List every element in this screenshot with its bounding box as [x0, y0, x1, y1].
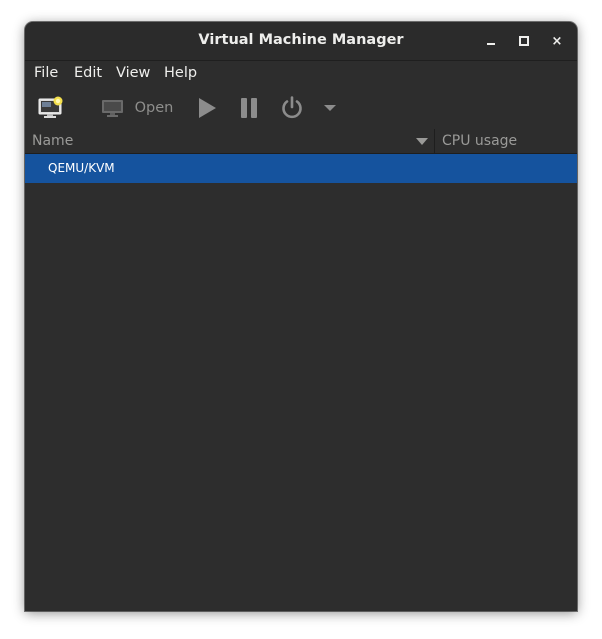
menu-file[interactable]: File	[34, 65, 58, 81]
pause-button[interactable]	[235, 95, 263, 121]
new-vm-button[interactable]	[37, 95, 65, 121]
play-icon	[199, 98, 216, 118]
open-label: Open	[134, 100, 174, 116]
list-header: Name CPU usage	[25, 129, 577, 154]
maximize-icon	[519, 36, 529, 46]
list-item[interactable]: QEMU/KVM	[25, 154, 577, 183]
open-button[interactable]: Open	[95, 95, 179, 121]
run-button[interactable]	[193, 95, 221, 121]
power-icon	[282, 96, 302, 119]
new-vm-monitor-icon	[38, 96, 63, 118]
monitor-icon	[101, 100, 123, 117]
column-header-name[interactable]: Name	[25, 129, 435, 153]
connection-name: QEMU/KVM	[48, 161, 115, 175]
minimize-button[interactable]	[480, 30, 502, 52]
title-bar[interactable]: Virtual Machine Manager ×	[25, 22, 577, 61]
main-window: Virtual Machine Manager × File Edit View…	[25, 22, 577, 611]
minimize-icon	[487, 43, 495, 45]
chevron-down-icon	[324, 105, 336, 111]
column-cpu-label: CPU usage	[442, 133, 518, 149]
menu-help[interactable]: Help	[164, 65, 197, 81]
column-name-label: Name	[32, 133, 74, 149]
close-icon: ×	[551, 33, 563, 49]
pause-icon	[241, 98, 257, 118]
menu-view[interactable]: View	[116, 65, 150, 81]
column-header-cpu-usage[interactable]: CPU usage	[435, 129, 577, 153]
menu-edit[interactable]: Edit	[74, 65, 102, 81]
sort-descending-icon	[416, 138, 428, 145]
connection-list[interactable]: QEMU/KVM	[25, 154, 577, 611]
menu-bar: File Edit View Help	[25, 61, 577, 87]
shutdown-menu-button[interactable]	[321, 95, 339, 121]
maximize-button[interactable]	[513, 30, 535, 52]
shutdown-button[interactable]	[277, 95, 307, 121]
toolbar: Open	[25, 87, 577, 129]
close-button[interactable]: ×	[546, 30, 568, 52]
